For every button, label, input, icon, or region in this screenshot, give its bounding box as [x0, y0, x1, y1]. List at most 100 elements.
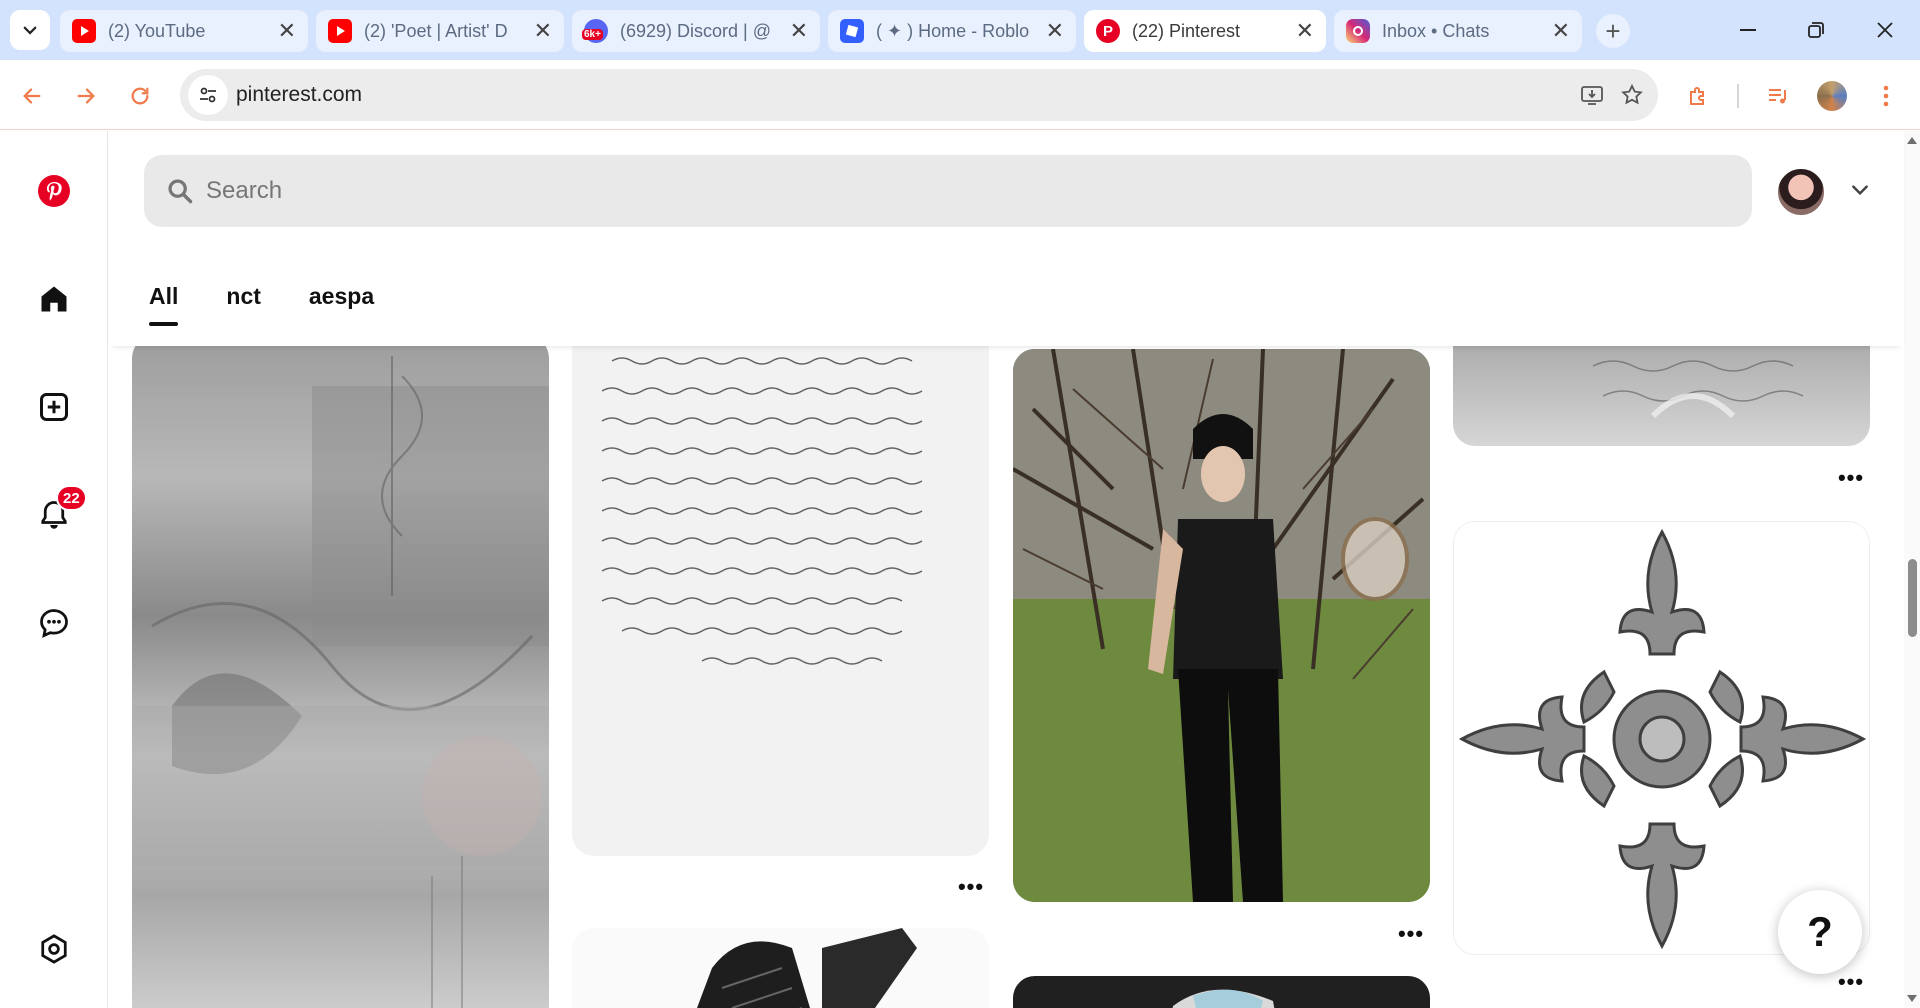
tab-youtube-poet[interactable]: (2) 'Poet | Artist' D ✕: [316, 10, 564, 52]
address-bar[interactable]: pinterest.com: [180, 69, 1658, 121]
search-input[interactable]: [206, 155, 1706, 227]
close-icon: [1877, 22, 1893, 38]
tab-title: (22) Pinterest: [1132, 20, 1241, 41]
feed-tabs: All nct aespa: [149, 283, 422, 326]
pin-image: [601, 357, 923, 665]
tab-all[interactable]: All: [149, 283, 179, 326]
extensions-button[interactable]: [1680, 78, 1716, 114]
more-vertical-icon: [1883, 85, 1889, 107]
pin-more-button[interactable]: •••: [1834, 969, 1868, 994]
browser-menu-button[interactable]: [1868, 78, 1904, 114]
pin-photo-forest[interactable]: [1013, 349, 1430, 902]
pinterest-sidebar: 22: [0, 131, 108, 1008]
tab-discord[interactable]: 6k+ (6929) Discord | @ ✕: [572, 10, 820, 52]
search-bar[interactable]: [144, 155, 1752, 227]
tab-badge: 6k+: [582, 29, 603, 40]
tab-roblox[interactable]: ( ✦ ) Home - Roblo ✕: [828, 10, 1076, 52]
pin-silver-texture[interactable]: [1453, 346, 1870, 446]
home-icon: [41, 286, 67, 312]
browser-tab-strip: (2) YouTube ✕ (2) 'Poet | Artist' D ✕ 6k…: [0, 0, 1920, 60]
close-icon[interactable]: ✕: [1046, 18, 1064, 44]
playlist-icon: [1769, 89, 1786, 104]
notification-badge: 22: [56, 485, 87, 511]
user-avatar[interactable]: [1776, 167, 1826, 217]
close-icon[interactable]: ✕: [790, 18, 808, 44]
close-icon[interactable]: ✕: [278, 18, 296, 44]
reload-icon: [131, 87, 149, 105]
media-control-button[interactable]: [1760, 78, 1796, 114]
settings-icon: [41, 934, 67, 964]
pinterest-icon: P: [1096, 19, 1120, 43]
sidebar-messages[interactable]: [34, 603, 74, 643]
close-icon[interactable]: ✕: [534, 18, 552, 44]
scroll-thumb[interactable]: [1908, 559, 1917, 637]
discord-icon: 6k+: [582, 19, 608, 43]
minimize-icon: [1740, 29, 1756, 31]
restore-icon: [1808, 22, 1824, 38]
pinterest-logo-icon: [38, 175, 70, 207]
forward-button[interactable]: [68, 78, 104, 114]
pinterest-logo[interactable]: [34, 171, 74, 211]
site-info-button[interactable]: [188, 75, 228, 115]
pin-image: [1458, 528, 1867, 950]
tune-icon: [200, 87, 216, 103]
tab-aespa[interactable]: aespa: [309, 283, 374, 324]
youtube-icon: [328, 19, 352, 43]
pin-fleur-de-lis-cross[interactable]: [1453, 521, 1870, 955]
pinterest-header: All nct aespa: [109, 131, 1904, 346]
youtube-icon: [72, 19, 96, 43]
pin-more-button[interactable]: •••: [1394, 921, 1428, 946]
plus-square-icon: [40, 393, 68, 421]
page-scrollbar[interactable]: [1904, 131, 1920, 1008]
roblox-icon: [840, 19, 864, 43]
minimize-button[interactable]: [1718, 10, 1778, 50]
scroll-down-arrow-icon[interactable]: [1907, 995, 1917, 1002]
close-icon[interactable]: ✕: [1552, 18, 1570, 44]
tab-title: (2) YouTube: [108, 20, 206, 41]
star-icon: [1621, 83, 1643, 105]
chevron-down-icon: [23, 26, 37, 35]
tab-instagram[interactable]: Inbox • Chats ✕: [1334, 10, 1582, 52]
pin-more-button[interactable]: •••: [1834, 465, 1868, 490]
tab-title: (2) 'Poet | Artist' D: [364, 20, 508, 41]
pin-image: [1013, 349, 1430, 902]
sidebar-create[interactable]: [34, 387, 74, 427]
tab-nct[interactable]: nct: [226, 283, 261, 324]
pin-photo-dark[interactable]: [1013, 976, 1430, 1008]
browser-toolbar: pinterest.com: [0, 60, 1920, 130]
scroll-up-arrow-icon[interactable]: [1907, 137, 1917, 144]
tab-pinterest[interactable]: P (22) Pinterest ✕: [1084, 10, 1326, 52]
instagram-icon: [1346, 19, 1370, 43]
new-tab-button[interactable]: +: [1596, 14, 1630, 48]
install-app-button[interactable]: [1578, 81, 1606, 109]
tab-search-button[interactable]: [10, 10, 50, 50]
reload-button[interactable]: [122, 78, 158, 114]
sidebar-home[interactable]: [34, 279, 74, 319]
bookmark-button[interactable]: [1618, 81, 1646, 109]
tab-title: (6929) Discord | @: [620, 20, 771, 41]
account-menu-button[interactable]: [1845, 175, 1875, 205]
url-text[interactable]: pinterest.com: [236, 83, 362, 107]
tab-youtube[interactable]: (2) YouTube ✕: [60, 10, 308, 52]
close-icon[interactable]: ✕: [1296, 18, 1314, 44]
profile-button[interactable]: [1814, 78, 1850, 114]
pin-collage-angel[interactable]: [132, 346, 549, 1008]
pin-handwritten-letter[interactable]: [572, 346, 989, 856]
pin-more-button[interactable]: •••: [954, 874, 988, 899]
arrow-right-icon: [77, 88, 95, 104]
pin-black-scarf[interactable]: [572, 928, 989, 1008]
sidebar-notifications[interactable]: 22: [34, 485, 87, 535]
pin-image: [1172, 989, 1275, 1008]
help-button[interactable]: ?: [1778, 890, 1862, 974]
puzzle-icon: [1690, 87, 1704, 105]
search-icon: [168, 179, 193, 204]
chat-bubble-icon: [40, 609, 68, 638]
arrow-left-icon: [23, 88, 41, 104]
close-window-button[interactable]: [1855, 10, 1915, 50]
sidebar-settings[interactable]: [34, 929, 74, 969]
pin-image: [1592, 360, 1804, 419]
restore-button[interactable]: [1786, 10, 1846, 50]
back-button[interactable]: [14, 78, 50, 114]
pin-feed: ••• ••• ••• •••: [109, 346, 1904, 1008]
pin-image: [697, 928, 917, 1008]
